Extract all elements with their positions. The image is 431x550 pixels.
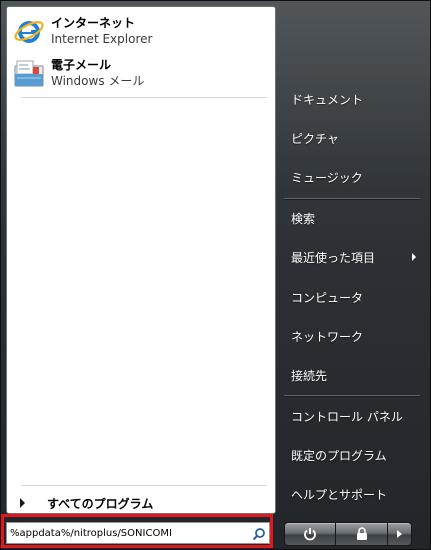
- search-input[interactable]: [7, 524, 247, 542]
- all-programs-button[interactable]: すべてのプログラム: [10, 492, 272, 514]
- right-item-network[interactable]: ネットワーク: [284, 322, 424, 350]
- all-programs-separator: [21, 485, 267, 486]
- right-separator: [284, 395, 420, 396]
- start-menu: インターネット Internet Explorer 電子メール Windows …: [0, 0, 431, 550]
- pinned-item-subtitle: Windows メール: [51, 74, 145, 88]
- right-item-default-programs[interactable]: 既定のプログラム: [284, 441, 424, 469]
- arrow-right-icon: [397, 530, 402, 538]
- right-item-recent-items[interactable]: 最近使った項目: [284, 243, 424, 271]
- right-item-connect-to[interactable]: 接続先: [284, 361, 424, 389]
- power-icon: [304, 528, 316, 541]
- programs-pane: インターネット Internet Explorer 電子メール Windows …: [6, 6, 276, 514]
- lock-icon: [356, 527, 367, 540]
- power-button[interactable]: [284, 522, 336, 546]
- pinned-item-subtitle: Internet Explorer: [51, 32, 153, 46]
- right-item-documents[interactable]: ドキュメント: [284, 85, 424, 113]
- windows-mail-icon: [13, 57, 45, 89]
- pinned-item-internet-explorer[interactable]: インターネット Internet Explorer: [10, 11, 272, 51]
- right-item-music[interactable]: ミュージック: [284, 163, 424, 191]
- search-box[interactable]: [6, 522, 270, 544]
- right-item-computer[interactable]: コンピュータ: [284, 283, 424, 311]
- right-item-help-support[interactable]: ヘルプとサポート: [284, 480, 424, 508]
- power-buttons: [284, 522, 412, 546]
- arrow-right-icon: [20, 498, 25, 508]
- chevron-right-icon: [412, 253, 416, 261]
- shutdown-options-button[interactable]: [388, 522, 412, 546]
- pinned-item-title: インターネット: [51, 16, 136, 30]
- pinned-item-title: 電子メール: [51, 58, 112, 72]
- right-item-search[interactable]: 検索: [284, 204, 424, 232]
- recent-items-label: 最近使った項目: [291, 250, 376, 265]
- all-programs-label: すべてのプログラム: [47, 496, 154, 511]
- right-item-pictures[interactable]: ピクチャ: [284, 124, 424, 152]
- right-item-control-panel[interactable]: コントロール パネル: [284, 402, 424, 430]
- lock-button[interactable]: [336, 522, 388, 546]
- internet-explorer-icon: [13, 15, 45, 47]
- search-icon[interactable]: [252, 526, 266, 541]
- pinned-item-windows-mail[interactable]: 電子メール Windows メール: [10, 53, 272, 93]
- pinned-separator: [21, 97, 267, 98]
- right-separator: [284, 198, 420, 199]
